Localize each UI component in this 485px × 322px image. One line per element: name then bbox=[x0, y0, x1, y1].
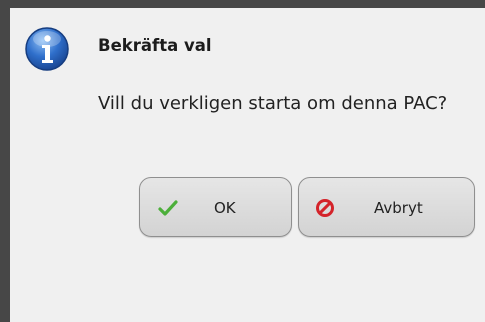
ok-button[interactable]: OK bbox=[139, 177, 292, 237]
window-frame-top bbox=[0, 0, 485, 8]
dialog-message: Vill du verkligen starta om denna PAC? bbox=[98, 93, 448, 114]
info-icon bbox=[25, 27, 69, 71]
window-frame-left bbox=[0, 0, 10, 322]
ok-button-label: OK bbox=[214, 199, 236, 217]
confirm-dialog: Bekräfta val Vill du verkligen starta om… bbox=[10, 8, 485, 322]
cancel-button[interactable]: Avbryt bbox=[298, 177, 475, 237]
dialog-title: Bekräfta val bbox=[98, 36, 212, 55]
prohibited-icon bbox=[316, 199, 334, 217]
checkmark-icon bbox=[158, 200, 178, 216]
cancel-button-label: Avbryt bbox=[374, 199, 423, 217]
